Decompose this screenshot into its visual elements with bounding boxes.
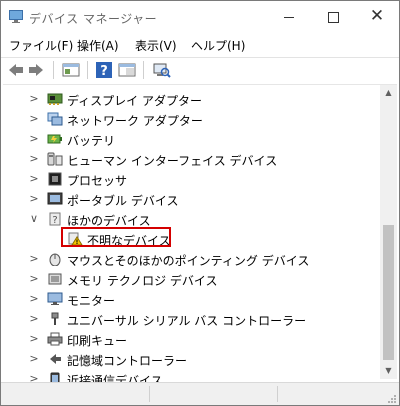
- scan-hardware-icon[interactable]: [151, 61, 171, 79]
- tree-item-hid[interactable]: > ヒューマン インターフェイス デバイス: [3, 149, 383, 169]
- tree-item-label: 印刷キュー: [67, 334, 128, 348]
- hid-icon: [47, 152, 63, 166]
- chevron-right-icon[interactable]: >: [29, 193, 39, 205]
- scrollbar-thumb[interactable]: [383, 225, 394, 360]
- network-adapter-icon: [47, 112, 63, 126]
- device-manager-window: デバイス マネージャー ✕ ファイル(F) 操作(A) 表示(V) ヘルプ(H)…: [0, 0, 400, 406]
- title-bar: デバイス マネージャー ✕: [1, 1, 399, 33]
- tree-item-label: プロセッサ: [67, 174, 128, 188]
- close-icon: ✕: [369, 6, 385, 26]
- tree-item-label: ディスプレイ アダプター: [67, 94, 202, 108]
- processor-icon: [48, 172, 62, 186]
- tree-item-label: ネットワーク アダプター: [67, 114, 203, 128]
- scroll-up-icon[interactable]: ▲: [380, 85, 397, 101]
- device-manager-app-icon: [9, 10, 23, 23]
- properties-icon[interactable]: [61, 61, 81, 79]
- maximize-button[interactable]: [311, 1, 355, 33]
- status-bar: [1, 382, 399, 405]
- monitor-icon: [47, 292, 63, 305]
- menu-action[interactable]: 操作(A): [77, 37, 119, 54]
- menu-view[interactable]: 表示(V): [135, 37, 177, 54]
- svg-text:?: ?: [100, 64, 108, 79]
- chevron-right-icon[interactable]: >: [29, 353, 39, 365]
- chevron-right-icon[interactable]: >: [29, 173, 39, 185]
- tree-item-label: ポータブル デバイス: [67, 194, 179, 208]
- chevron-right-icon[interactable]: >: [29, 273, 39, 285]
- menu-bar: ファイル(F) 操作(A) 表示(V) ヘルプ(H): [1, 33, 399, 55]
- portable-device-icon: [47, 192, 63, 205]
- maximize-icon: [328, 12, 339, 23]
- other-devices-icon: ?: [49, 212, 61, 226]
- chevron-right-icon[interactable]: >: [29, 293, 39, 305]
- tree-item-memory-technology[interactable]: > メモリ テクノロジ デバイス: [3, 269, 383, 289]
- printer-icon: [47, 332, 63, 346]
- tree-item-label: マウスとそのほかのポインティング デバイス: [67, 254, 310, 268]
- menu-help[interactable]: ヘルプ(H): [191, 37, 245, 54]
- tree-item-mice[interactable]: > マウスとそのほかのポインティング デバイス: [3, 249, 383, 269]
- tree-item-label: メモリ テクノロジ デバイス: [67, 274, 218, 288]
- toolbar: ?: [1, 57, 399, 82]
- tree-item-other-devices[interactable]: ∨ ? ほかのデバイス: [3, 209, 383, 229]
- menu-file[interactable]: ファイル(F): [9, 37, 73, 54]
- tree-item-label: バッテリ: [67, 134, 116, 148]
- memory-tech-icon: [48, 273, 62, 285]
- mouse-icon: [49, 253, 61, 266]
- tree-item-usb-controllers[interactable]: > ユニバーサル シリアル バス コントローラー: [3, 309, 383, 329]
- minimize-icon: [284, 17, 294, 18]
- chevron-right-icon[interactable]: >: [29, 113, 39, 125]
- tree-item-print-queues[interactable]: > 印刷キュー: [3, 329, 383, 349]
- storage-controller-icon: [50, 354, 61, 364]
- close-button[interactable]: ✕: [355, 1, 399, 33]
- tree-item-label: ユニバーサル シリアル バス コントローラー: [67, 314, 307, 328]
- chevron-right-icon[interactable]: >: [29, 253, 39, 265]
- device-tree: > ディスプレイ アダプター > ネットワーク アダプター > バッテリ > ヒ…: [3, 84, 397, 388]
- help-icon[interactable]: ?: [95, 61, 113, 79]
- chevron-right-icon[interactable]: >: [29, 333, 39, 345]
- window-title: デバイス マネージャー: [29, 12, 158, 26]
- scroll-down-icon[interactable]: ▼: [380, 363, 397, 379]
- toolbar-separator: [87, 61, 88, 79]
- battery-icon: [47, 134, 62, 144]
- chevron-down-icon[interactable]: ∨: [29, 213, 39, 225]
- chevron-right-icon[interactable]: >: [29, 153, 39, 165]
- back-arrow-icon[interactable]: [7, 61, 25, 79]
- tree-item-unknown-device[interactable]: 不明なデバイス: [3, 229, 383, 249]
- status-segment: [149, 386, 150, 402]
- usb-icon: [51, 312, 59, 325]
- minimize-button[interactable]: [267, 1, 311, 33]
- chevron-right-icon[interactable]: >: [29, 313, 39, 325]
- tree-item-label: 記憶域コントローラー: [67, 354, 188, 368]
- vertical-scrollbar[interactable]: ▲ ▼: [380, 85, 397, 379]
- display-adapter-icon: [47, 93, 63, 105]
- toolbar-separator: [53, 61, 54, 79]
- tree-item-batteries[interactable]: > バッテリ: [3, 129, 383, 149]
- tree-item-label: ヒューマン インターフェイス デバイス: [67, 154, 278, 168]
- toolbar-separator: [143, 61, 144, 79]
- tree-item-network-adapters[interactable]: > ネットワーク アダプター: [3, 109, 383, 129]
- tree-item-label: モニター: [67, 294, 116, 308]
- svg-text:?: ?: [52, 215, 57, 226]
- status-segment: [277, 386, 278, 402]
- forward-arrow-icon[interactable]: [27, 61, 45, 79]
- chevron-right-icon[interactable]: >: [29, 93, 39, 105]
- resize-grip-icon[interactable]: [387, 394, 397, 404]
- tree-item-storage-controllers[interactable]: > 記憶域コントローラー: [3, 349, 383, 369]
- tree-item-display-adapters[interactable]: > ディスプレイ アダプター: [3, 89, 383, 109]
- console-view-icon[interactable]: [117, 61, 137, 79]
- chevron-right-icon[interactable]: >: [29, 133, 39, 145]
- tree-item-monitors[interactable]: > モニター: [3, 289, 383, 309]
- tree-item-processors[interactable]: > プロセッサ: [3, 169, 383, 189]
- tree-item-portable-devices[interactable]: > ポータブル デバイス: [3, 189, 383, 209]
- unknown-device-highlight-box: [61, 227, 171, 247]
